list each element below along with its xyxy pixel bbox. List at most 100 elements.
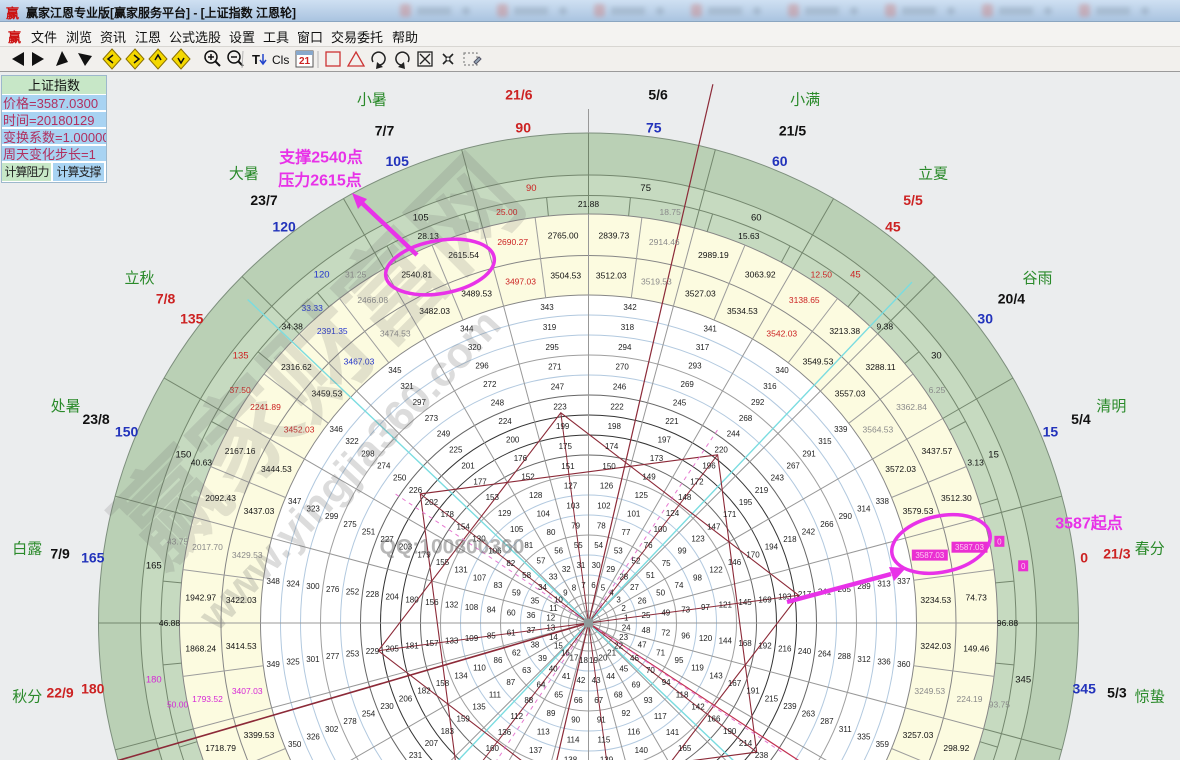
svg-text:58: 58 (522, 571, 531, 580)
svg-text:338: 338 (876, 497, 890, 506)
svg-text:43: 43 (592, 676, 601, 685)
svg-text:32: 32 (562, 565, 571, 574)
svg-text:63: 63 (522, 666, 531, 675)
svg-text:314: 314 (857, 505, 871, 514)
svg-text:152: 152 (521, 473, 535, 482)
svg-text:0: 0 (1080, 550, 1088, 566)
svg-text:177: 177 (473, 477, 487, 486)
svg-text:128: 128 (529, 491, 543, 500)
svg-text:3414.53: 3414.53 (226, 641, 257, 651)
svg-text:45: 45 (850, 270, 861, 281)
svg-text:90: 90 (571, 716, 580, 725)
svg-text:立夏: 立夏 (918, 166, 948, 183)
svg-text:21/6: 21/6 (505, 87, 532, 103)
svg-text:21: 21 (299, 56, 311, 67)
svg-text:72: 72 (661, 629, 670, 638)
svg-text:48: 48 (642, 626, 651, 635)
svg-text:198: 198 (608, 422, 622, 431)
svg-text:249: 249 (437, 430, 451, 439)
svg-text:136: 136 (498, 728, 512, 737)
svg-text:3213.38: 3213.38 (829, 326, 860, 336)
svg-text:立秋: 立秋 (124, 270, 154, 287)
svg-text:317: 317 (696, 343, 710, 352)
svg-text:94: 94 (662, 678, 671, 687)
svg-text:137: 137 (529, 746, 543, 755)
svg-text:134: 134 (454, 671, 468, 680)
svg-text:182: 182 (417, 687, 431, 696)
svg-text:3437.57: 3437.57 (922, 446, 953, 456)
svg-text:125: 125 (635, 491, 649, 500)
svg-text:105: 105 (510, 525, 524, 534)
svg-text:96.88: 96.88 (997, 618, 1019, 628)
svg-text:71: 71 (656, 648, 665, 657)
svg-text:195: 195 (739, 498, 753, 507)
svg-text:73: 73 (681, 606, 690, 615)
svg-text:111: 111 (489, 690, 502, 699)
svg-text:5/6: 5/6 (648, 87, 668, 103)
svg-text:135: 135 (180, 311, 204, 327)
svg-text:288: 288 (838, 652, 852, 661)
svg-text:92: 92 (622, 709, 631, 718)
svg-text:146: 146 (728, 558, 742, 567)
svg-text:158: 158 (436, 679, 450, 688)
svg-text:2: 2 (621, 604, 626, 613)
svg-text:19: 19 (589, 656, 598, 665)
svg-text:46: 46 (630, 654, 639, 663)
svg-text:2765.00: 2765.00 (548, 230, 579, 240)
svg-text:白露: 白露 (12, 541, 42, 558)
svg-text:263: 263 (802, 710, 816, 719)
svg-text:181: 181 (405, 642, 419, 651)
svg-text:15.63: 15.63 (738, 231, 760, 241)
svg-text:65: 65 (554, 691, 563, 700)
svg-text:200: 200 (506, 436, 520, 445)
svg-text:谷雨: 谷雨 (1022, 270, 1052, 287)
svg-text:1718.79: 1718.79 (205, 743, 236, 753)
svg-text:80: 80 (547, 528, 556, 537)
svg-text:86: 86 (494, 656, 503, 665)
svg-text:277: 277 (326, 652, 340, 661)
svg-text:3587.03: 3587.03 (915, 551, 944, 560)
svg-text:120: 120 (272, 218, 296, 234)
svg-text:25: 25 (642, 611, 651, 620)
svg-text:291: 291 (802, 449, 816, 458)
svg-text:143: 143 (709, 671, 723, 680)
svg-text:15: 15 (1043, 424, 1059, 440)
svg-text:3249.53: 3249.53 (914, 686, 945, 696)
svg-text:293: 293 (688, 362, 702, 371)
svg-text:225: 225 (449, 446, 463, 455)
svg-text:22/9: 22/9 (46, 685, 73, 701)
svg-text:36: 36 (527, 611, 536, 620)
svg-text:138: 138 (564, 755, 578, 760)
svg-text:318: 318 (621, 323, 635, 332)
svg-text:159: 159 (457, 715, 471, 724)
svg-text:287: 287 (820, 717, 834, 726)
svg-text:278: 278 (343, 717, 357, 726)
svg-text:3242.03: 3242.03 (920, 641, 951, 651)
svg-text:3362.84: 3362.84 (896, 402, 927, 412)
svg-text:60: 60 (751, 212, 762, 223)
svg-text:7: 7 (581, 581, 586, 590)
svg-text:55: 55 (574, 541, 583, 550)
svg-text:85: 85 (487, 631, 496, 640)
svg-text:2914.46: 2914.46 (649, 237, 680, 247)
svg-text:2989.19: 2989.19 (698, 250, 729, 260)
svg-text:112: 112 (510, 712, 523, 721)
svg-text:239: 239 (783, 702, 797, 711)
svg-text:30: 30 (592, 561, 601, 570)
svg-text:59: 59 (512, 589, 521, 598)
svg-text:56: 56 (554, 546, 563, 555)
svg-text:183: 183 (441, 727, 455, 736)
svg-text:335: 335 (857, 733, 871, 742)
svg-text:165: 165 (678, 744, 692, 753)
svg-text:140: 140 (635, 746, 649, 755)
svg-text:21.88: 21.88 (578, 199, 600, 209)
svg-text:93.75: 93.75 (989, 700, 1011, 710)
svg-text:191: 191 (746, 687, 760, 696)
svg-text:115: 115 (598, 736, 611, 745)
svg-text:11: 11 (549, 604, 558, 613)
svg-text:250: 250 (393, 474, 407, 483)
svg-text:38: 38 (530, 641, 539, 650)
svg-text:214: 214 (739, 739, 753, 748)
svg-text:1868.24: 1868.24 (185, 643, 216, 653)
svg-text:3564.53: 3564.53 (863, 425, 894, 435)
